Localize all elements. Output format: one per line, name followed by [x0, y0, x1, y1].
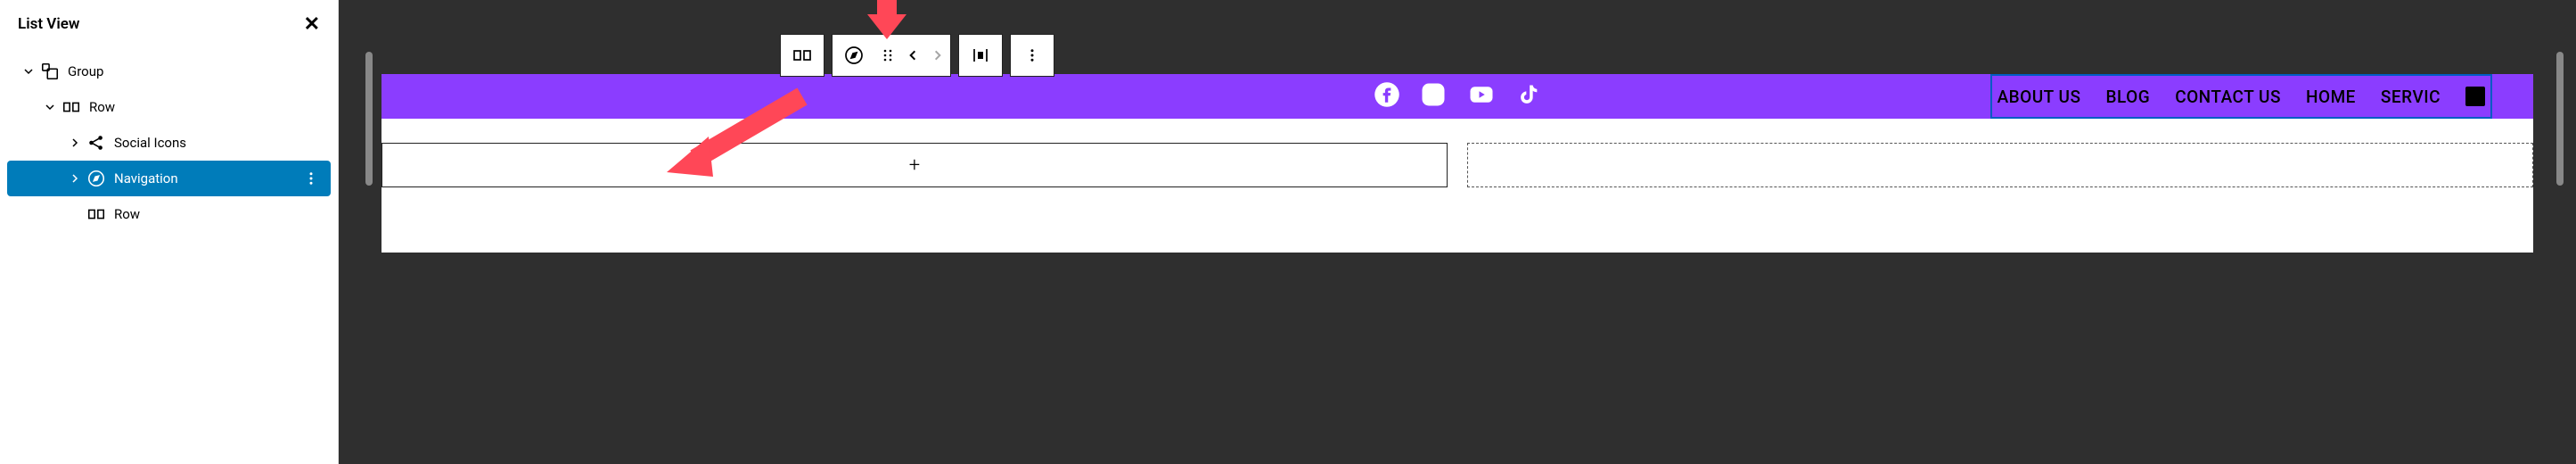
- plus-icon: +: [909, 154, 920, 177]
- facebook-icon[interactable]: [1374, 81, 1400, 112]
- tree-item-label: Social Icons: [114, 135, 186, 151]
- toolbar-group-parent: [780, 34, 824, 77]
- navigation-block[interactable]: ABOUT US BLOG CONTACT US HOME SERVIC +: [1990, 74, 2492, 119]
- compass-icon: [86, 168, 107, 189]
- tree-item-navigation[interactable]: Navigation: [7, 161, 331, 196]
- block-tree: Group Row Social Icons: [0, 52, 338, 234]
- list-view-header: List View ✕: [0, 0, 338, 52]
- instagram-icon[interactable]: [1420, 81, 1447, 112]
- select-row-button[interactable]: [781, 34, 824, 77]
- close-list-view-button[interactable]: ✕: [304, 14, 320, 34]
- chevron-down-icon[interactable]: [18, 66, 39, 77]
- toolbar-group-more: [1010, 34, 1054, 77]
- nav-link[interactable]: HOME: [2306, 87, 2356, 107]
- row-icon: [61, 96, 82, 118]
- toolbar-group-justify: [958, 34, 1003, 77]
- social-icons-block[interactable]: [1374, 81, 1541, 112]
- close-icon: ✕: [304, 12, 320, 35]
- tree-item-group[interactable]: Group: [7, 54, 331, 89]
- scrollbar-handle[interactable]: [2556, 52, 2564, 186]
- scrollbar-handle[interactable]: [365, 52, 373, 186]
- tree-item-more-button[interactable]: [300, 168, 322, 189]
- tree-item-row-2[interactable]: Row: [7, 196, 331, 232]
- more-options-button[interactable]: [1011, 34, 1054, 77]
- chevron-down-icon[interactable]: [39, 102, 61, 112]
- move-right-button[interactable]: [925, 34, 950, 77]
- tree-item-label: Row: [89, 99, 115, 115]
- add-nav-item-button[interactable]: +: [2465, 87, 2485, 106]
- group-icon: [39, 61, 61, 82]
- list-view-panel: List View ✕ Group Row: [0, 0, 339, 464]
- chevron-right-icon[interactable]: [64, 173, 86, 184]
- tree-item-social-icons[interactable]: Social Icons: [7, 125, 331, 161]
- tree-item-label: Row: [114, 206, 140, 222]
- share-icon: [86, 132, 107, 153]
- nav-link[interactable]: ABOUT US: [1998, 87, 2081, 107]
- youtube-icon[interactable]: [1466, 81, 1497, 112]
- nav-link[interactable]: BLOG: [2105, 87, 2150, 107]
- arrow-annotation-diagonal: [642, 87, 811, 186]
- tree-item-label: Navigation: [114, 170, 178, 186]
- tiktok-icon[interactable]: [1516, 81, 1541, 112]
- nav-link[interactable]: SERVIC: [2381, 87, 2441, 107]
- justify-button[interactable]: [959, 34, 1002, 77]
- list-view-title: List View: [18, 15, 79, 33]
- add-block-appender[interactable]: +: [381, 143, 1448, 187]
- block-toolbar: [780, 34, 1054, 77]
- nav-link[interactable]: CONTACT US: [2175, 87, 2281, 107]
- editor-canvas: ABOUT US BLOG CONTACT US HOME SERVIC + +: [339, 0, 2576, 464]
- chevron-right-icon[interactable]: [64, 137, 86, 148]
- tree-item-row[interactable]: Row: [7, 89, 331, 125]
- tree-item-label: Group: [68, 63, 103, 79]
- empty-row-placeholder[interactable]: [1467, 143, 2533, 187]
- row-icon: [86, 203, 107, 225]
- arrow-annotation-top: [860, 0, 914, 43]
